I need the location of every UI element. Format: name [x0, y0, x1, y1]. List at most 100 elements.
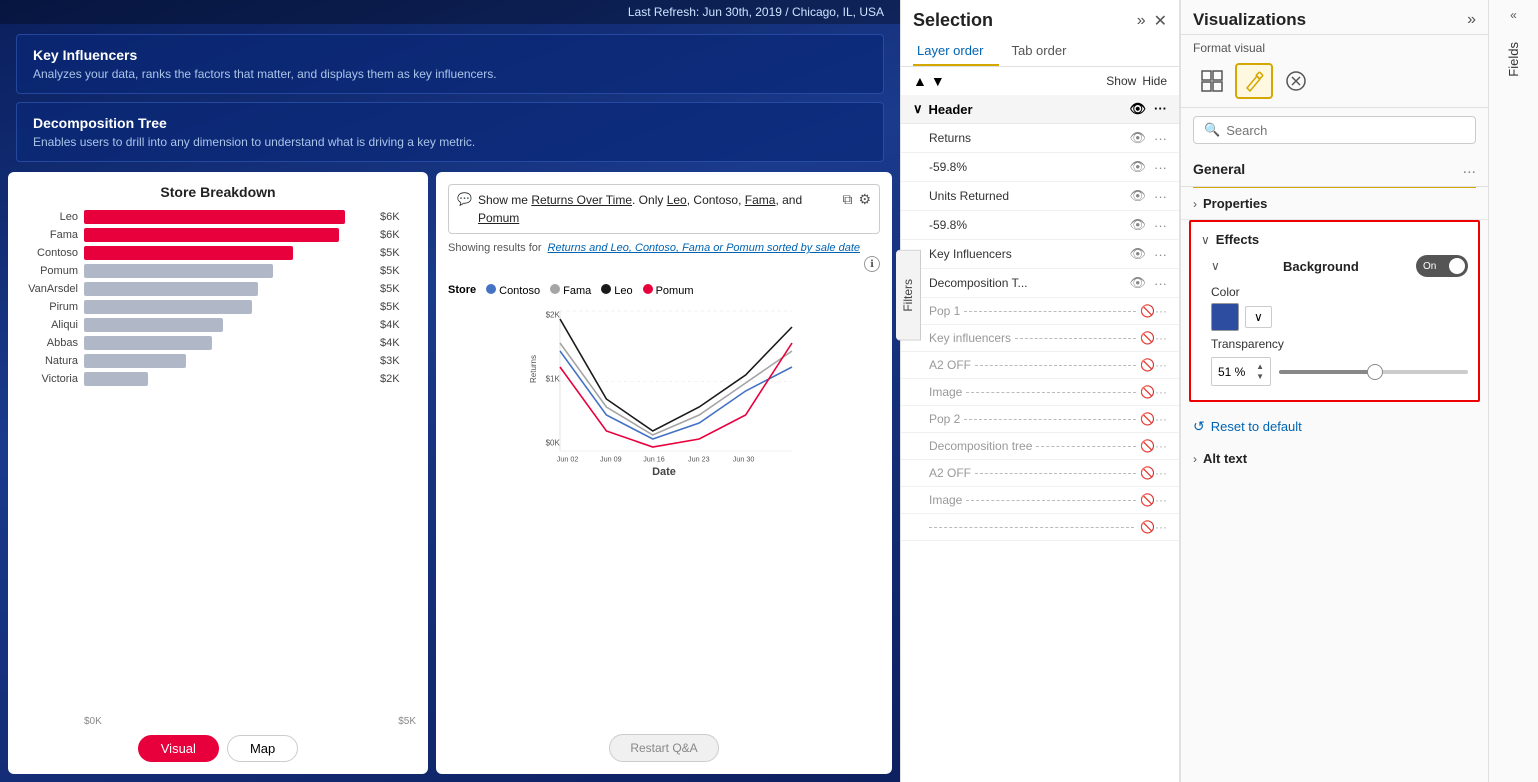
- qa-settings-btn[interactable]: ⚙: [858, 191, 871, 208]
- qa-showing: Showing results for Returns and Leo, Con…: [448, 242, 880, 254]
- slider-fill: [1279, 370, 1375, 374]
- viz-panel: Visualizations » Format visual: [1180, 0, 1488, 782]
- legend-fama: Fama: [550, 284, 591, 297]
- group-chevron-icon: ∨: [913, 101, 923, 117]
- toggle-on-label: On: [1423, 261, 1436, 272]
- slider-thumb: [1367, 364, 1383, 380]
- key-influencers-title: Key Influencers: [33, 47, 867, 63]
- bar-label: Abbas: [20, 337, 78, 349]
- general-dots[interactable]: ...: [1463, 160, 1476, 178]
- color-dropdown-btn[interactable]: ∨: [1245, 306, 1272, 328]
- eye-units-icon: 👁: [1129, 188, 1146, 204]
- qa-showing-link[interactable]: Returns and Leo, Contoso, Fama or Pomum …: [548, 242, 860, 254]
- map-tab-btn[interactable]: Map: [227, 735, 298, 762]
- eye-a2off-icon: 🚫: [1140, 358, 1155, 372]
- pct-input[interactable]: 51 % ▲ ▼: [1211, 357, 1271, 386]
- bar-wrap: [84, 354, 374, 368]
- eye-image2-icon: 🚫: [1140, 493, 1155, 507]
- decomposition-tree-card[interactable]: Decomposition Tree Enables users to dril…: [16, 102, 884, 162]
- bar-row: Leo$6K: [20, 210, 416, 224]
- layer-item-units-returned[interactable]: Units Returned 👁 ···: [901, 182, 1179, 211]
- visual-tab-btn[interactable]: Visual: [138, 735, 219, 762]
- dots-image2-icon: ···: [1155, 493, 1167, 507]
- key-influencers-card[interactable]: Key Influencers Analyzes your data, rank…: [16, 34, 884, 94]
- dots-units-icon: ···: [1154, 189, 1167, 204]
- bar-fill: [84, 300, 252, 314]
- color-swatch[interactable]: [1211, 303, 1239, 331]
- selection-title: Selection: [913, 10, 993, 31]
- move-down-btn[interactable]: ▼: [931, 73, 945, 89]
- bar-value: $5K: [380, 301, 416, 313]
- decomposition-tree-title: Decomposition Tree: [33, 115, 867, 131]
- effects-header[interactable]: ∨ Effects: [1191, 228, 1478, 251]
- properties-chevron-icon: ›: [1193, 197, 1197, 211]
- layer-order-tab[interactable]: Layer order: [913, 35, 999, 66]
- bar-wrap: [84, 282, 374, 296]
- sep-a2off2-label: A2 OFF: [929, 466, 971, 480]
- restart-qa: Restart Q&A: [448, 734, 880, 762]
- background-label: Background: [1283, 259, 1359, 274]
- qa-text: Show me Returns Over Time. Only Leo, Con…: [478, 191, 842, 227]
- search-box[interactable]: 🔍: [1193, 116, 1476, 144]
- layer-item-pct1[interactable]: -59.8% 👁 ···: [901, 153, 1179, 182]
- hide-btn[interactable]: Hide: [1142, 74, 1167, 88]
- viz-expand-btn[interactable]: »: [1467, 11, 1476, 29]
- search-input[interactable]: [1226, 123, 1465, 138]
- layer-units-returned-label: Units Returned: [929, 189, 1129, 203]
- alt-text-section[interactable]: › Alt text: [1181, 443, 1488, 474]
- paint-icon-btn[interactable]: [1235, 63, 1273, 99]
- sep-more: 🚫 ···: [901, 514, 1179, 541]
- pct-spinners: ▲ ▼: [1256, 362, 1264, 381]
- move-btns: ▲ ▼ Show Hide: [901, 67, 1179, 95]
- tab-order-tab[interactable]: Tab order: [1007, 35, 1082, 66]
- layer-item-returns[interactable]: Returns 👁 ···: [901, 124, 1179, 153]
- table-icon-btn[interactable]: [1193, 63, 1231, 99]
- bar-value: $5K: [380, 283, 416, 295]
- layer-item-decomposition[interactable]: Decomposition T... 👁 ···: [901, 269, 1179, 298]
- move-up-btn[interactable]: ▲: [913, 73, 927, 89]
- svg-text:Jun 30: Jun 30: [733, 454, 755, 463]
- bar-label: Aliqui: [20, 319, 78, 331]
- sep-pop2: Pop 2 🚫 ···: [901, 406, 1179, 433]
- expand-btn[interactable]: »: [1137, 12, 1146, 30]
- bar-label: Natura: [20, 355, 78, 367]
- properties-section[interactable]: › Properties: [1181, 188, 1488, 220]
- fields-collapse-btn[interactable]: «: [1510, 8, 1517, 22]
- bar-fill: [84, 246, 293, 260]
- transparency-slider[interactable]: [1279, 370, 1468, 374]
- filters-tab[interactable]: Filters: [896, 250, 921, 341]
- eye-a2off2-icon: 🚫: [1140, 466, 1155, 480]
- eye-decomp2-icon: 🚫: [1140, 439, 1155, 453]
- layer-item-pct2[interactable]: -59.8% 👁 ···: [901, 211, 1179, 240]
- sep-pop1-label: Pop 1: [929, 304, 960, 318]
- chart-tabs: Visual Map: [20, 735, 416, 762]
- axis-max: $5K: [398, 716, 416, 727]
- svg-text:Jun 09: Jun 09: [600, 454, 622, 463]
- restart-qa-btn[interactable]: Restart Q&A: [609, 734, 718, 762]
- bar-label: Fama: [20, 229, 78, 241]
- main-area: Last Refresh: Jun 30th, 2019 / Chicago, …: [0, 0, 900, 782]
- pct-down-btn[interactable]: ▼: [1256, 372, 1264, 381]
- dots-returns-icon: ···: [1154, 131, 1167, 146]
- qa-copy-btn[interactable]: ⧉: [842, 191, 852, 208]
- bar-label: Victoria: [20, 373, 78, 385]
- layer-group-header[interactable]: ∨ Header 👁 ···: [901, 95, 1179, 124]
- dots-pct1-icon: ···: [1154, 160, 1167, 175]
- transparency-controls: 51 % ▲ ▼: [1211, 357, 1468, 386]
- background-toggle[interactable]: On: [1416, 255, 1468, 277]
- bar-fill: [84, 336, 212, 350]
- sep-more-dashes: [929, 527, 1134, 528]
- close-btn[interactable]: ✕: [1154, 11, 1167, 31]
- qa-input-row[interactable]: 💬 Show me Returns Over Time. Only Leo, C…: [448, 184, 880, 234]
- hand-icon-btn[interactable]: [1277, 63, 1315, 99]
- dash-image2: [966, 500, 1136, 501]
- reset-row[interactable]: ↺ Reset to default: [1181, 410, 1488, 443]
- decomposition-tree-desc: Enables users to drill into any dimensio…: [33, 135, 867, 149]
- fields-label[interactable]: Fields: [1506, 42, 1521, 77]
- layer-item-key-influencers[interactable]: Key Influencers 👁 ···: [901, 240, 1179, 269]
- show-btn[interactable]: Show: [1106, 74, 1136, 88]
- pct-up-btn[interactable]: ▲: [1256, 362, 1264, 371]
- viz-icons-row: [1181, 57, 1488, 108]
- bar-value: $2K: [380, 373, 416, 385]
- search-icon: 🔍: [1204, 122, 1220, 138]
